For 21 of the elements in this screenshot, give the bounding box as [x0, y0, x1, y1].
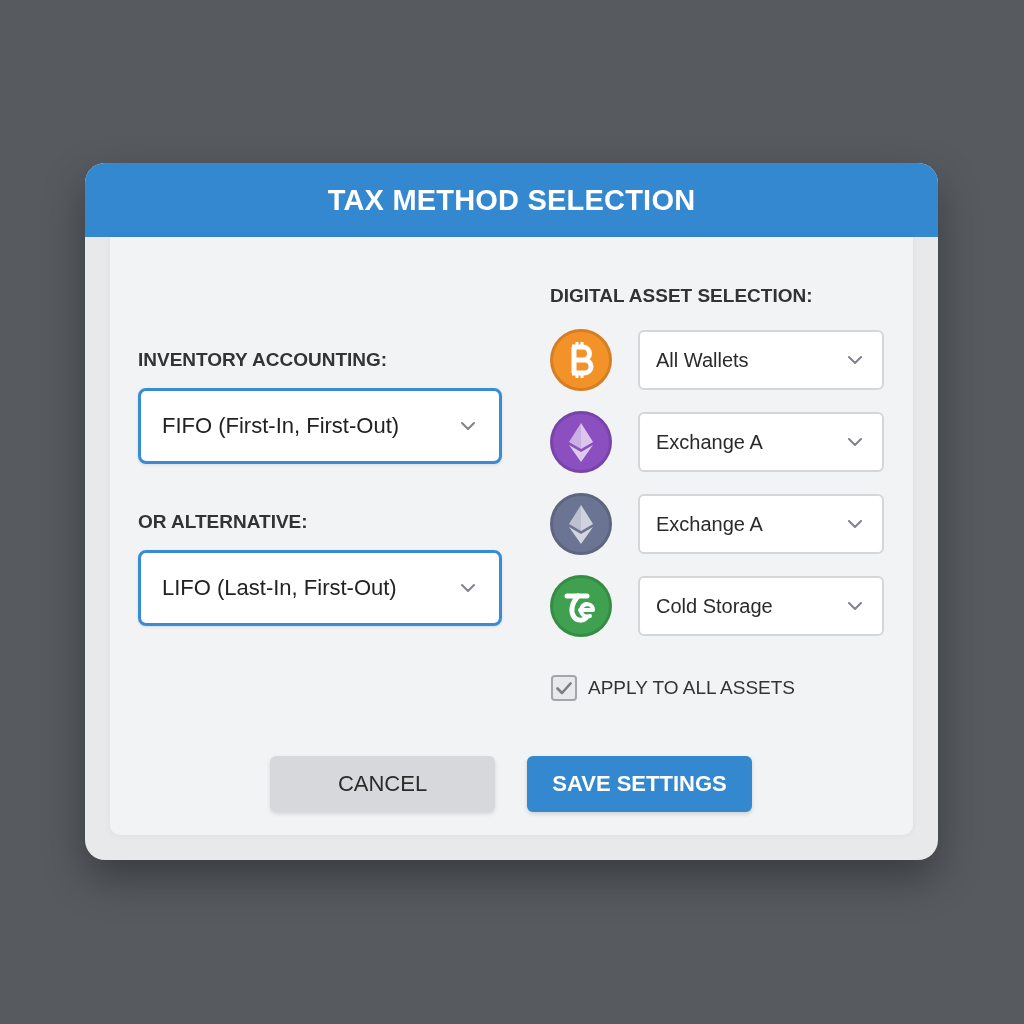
chevron-down-icon — [461, 584, 475, 592]
field-label: OR ALTERNATIVE: — [138, 511, 309, 533]
cancel-button[interactable]: CANCEL — [270, 756, 495, 812]
chevron-down-icon — [848, 602, 862, 610]
chevron-down-icon — [848, 438, 862, 446]
checkbox-label: APPLY TO ALL ASSETS — [588, 677, 795, 699]
wallet-dropdown[interactable]: All Wallets — [638, 330, 884, 390]
field-label: INVENTORY ACCOUNTING: — [138, 349, 389, 371]
chevron-down-icon — [461, 422, 475, 430]
save-button[interactable]: SAVE SETTINGS — [527, 756, 752, 812]
dialog-title: TAX METHOD SELECTION — [327, 183, 696, 217]
method-dropdown[interactable]: LIFO (Last-In, First-Out) — [138, 550, 502, 626]
wallet-dropdown[interactable]: Cold Storage — [638, 576, 884, 636]
wallet-dropdown[interactable]: Exchange A — [638, 494, 884, 554]
chevron-down-icon — [848, 520, 862, 528]
section-heading: DIGITAL ASSET SELECTION: — [550, 285, 814, 307]
checkbox[interactable] — [551, 675, 577, 701]
checkmark-icon — [556, 681, 572, 695]
method-dropdown[interactable]: FIFO (First-In, First-Out) — [138, 388, 502, 464]
wallet-dropdown[interactable]: Exchange A — [638, 412, 884, 472]
chevron-down-icon — [848, 356, 862, 364]
